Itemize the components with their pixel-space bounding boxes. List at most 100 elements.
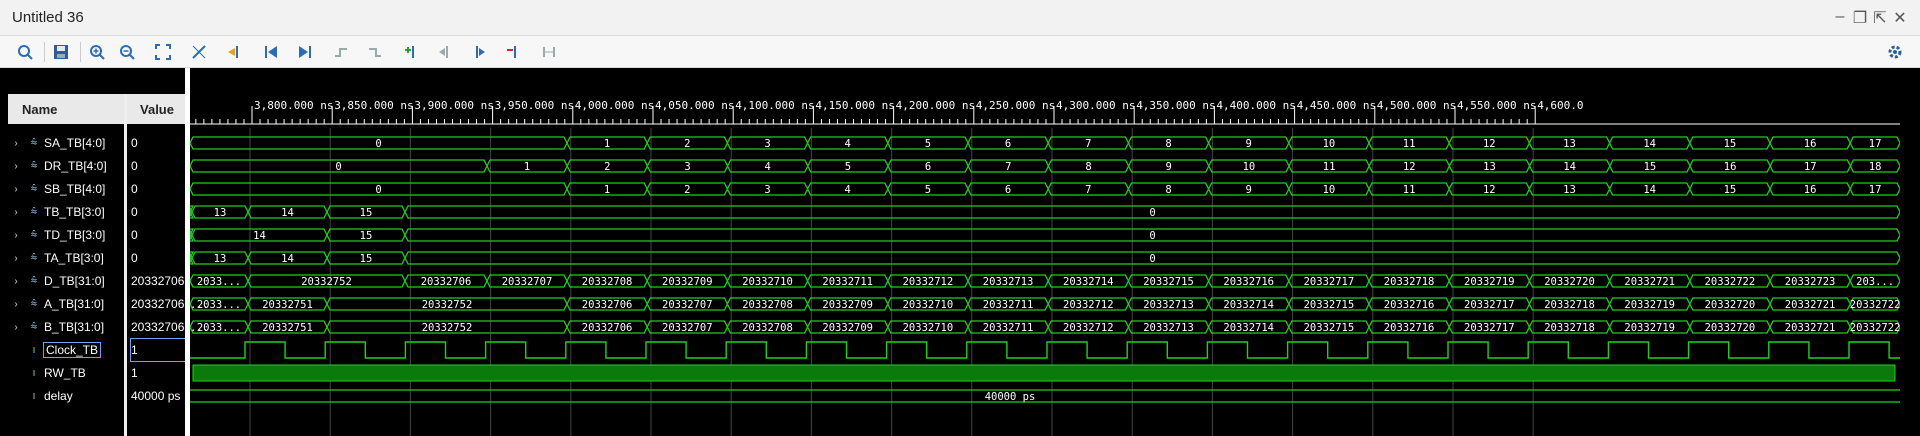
bus-value-label: 15 (360, 253, 373, 265)
expand-icon[interactable]: › (8, 299, 24, 310)
restore-icon[interactable]: ❐ (1850, 8, 1870, 28)
bus-value-label: 13 (1563, 138, 1576, 150)
go-end-icon[interactable] (292, 40, 318, 64)
signal-name-row[interactable]: › ⩯ DR_TB[4:0] (8, 155, 124, 177)
expand-icon[interactable]: › (8, 161, 24, 172)
prev-marker-icon[interactable] (432, 40, 458, 64)
marker-icon[interactable] (222, 40, 248, 64)
signal-name: TB_TB[3:0] (44, 205, 105, 219)
signal-name-row[interactable]: › ⩯ A_TB[31:0] (8, 293, 124, 315)
bus-signal-icon: ⩯ (30, 320, 38, 333)
bus-value-label: 4 (845, 184, 851, 196)
minimize-icon[interactable]: – (1830, 8, 1850, 26)
bus-value-label: 20332718 (1544, 299, 1595, 311)
expand-icon[interactable]: › (8, 322, 24, 333)
search-icon[interactable] (12, 40, 38, 64)
bus-value-label: 11 (1323, 161, 1336, 173)
bus-value-label: 13 (214, 207, 227, 219)
signal-icon: ı (32, 344, 36, 356)
bus-value-label: 20332707 (662, 299, 713, 311)
bus-value-label: 14 (281, 253, 294, 265)
signal-value: 40000 ps (131, 389, 181, 403)
prev-transition-icon[interactable] (328, 40, 354, 64)
pane-splitter[interactable] (124, 94, 127, 436)
zoom-out-icon[interactable] (114, 40, 140, 64)
signal-name: A_TB[31:0] (44, 297, 105, 311)
save-icon[interactable] (48, 40, 74, 64)
signal-name-row[interactable]: ı RW_TB (8, 362, 124, 384)
signal-name-row[interactable]: › ⩯ TB_TB[3:0] (8, 201, 124, 223)
bus-value-label: 20332711 (983, 299, 1034, 311)
bus-signal-icon: ⩯ (30, 297, 38, 310)
next-transition-icon[interactable] (362, 40, 388, 64)
bus-value-label: 0 (1149, 207, 1155, 219)
bus-value-label: 20332707 (502, 276, 553, 288)
bus-value-label: 20332719 (1624, 299, 1675, 311)
bus-signal-icon: ⩯ (30, 274, 38, 287)
tick-label: 4,250.000 ns (976, 99, 1055, 112)
signal-value: 1 (130, 338, 188, 362)
bus-value-label: 16 (1804, 138, 1817, 150)
next-marker-icon[interactable] (466, 40, 492, 64)
waveform-toolbar (0, 36, 1920, 68)
bus-value-label: 6 (925, 161, 931, 173)
expand-icon[interactable]: › (8, 138, 24, 149)
bus-value-label: 15 (1724, 184, 1737, 196)
signal-name-row[interactable]: › ⩯ SB_TB[4:0] (8, 178, 124, 200)
float-icon[interactable]: ⇱ (1870, 8, 1890, 28)
remove-marker-icon[interactable] (500, 40, 526, 64)
signal-name-row[interactable]: › ⩯ TA_TB[3:0] (8, 247, 124, 269)
expand-icon[interactable]: › (8, 253, 24, 264)
bus-value-label: 20332720 (1544, 276, 1595, 288)
bus-value-label: 15 (360, 207, 373, 219)
bus-value-label: 20332708 (582, 276, 633, 288)
pane-splitter[interactable] (185, 68, 190, 436)
name-column-header[interactable]: Name (8, 94, 124, 124)
tick-label: 4,150.000 ns (815, 99, 894, 112)
bus-value-label: 0 (1149, 253, 1155, 265)
signal-name-row[interactable]: › ⩯ D_TB[31:0] (8, 270, 124, 292)
tick-label: 4,350.000 ns (1136, 99, 1215, 112)
bus-value-label: 20332752 (422, 299, 473, 311)
zoom-in-icon[interactable] (84, 40, 110, 64)
bus-value-label: 20332717 (1464, 299, 1515, 311)
bus-value-label: 20332709 (822, 322, 873, 334)
bus-value-label: 20332715 (1143, 276, 1194, 288)
cursor-icon[interactable] (186, 40, 212, 64)
bus-value-label: 15 (1724, 138, 1737, 150)
signal-name: delay (44, 389, 73, 403)
swap-cursors-icon[interactable] (536, 40, 562, 64)
signal-name-row[interactable]: › ⩯ SA_TB[4:0] (8, 132, 124, 154)
bus-value-label: 20332715 (1304, 322, 1355, 334)
close-icon[interactable]: ✕ (1890, 8, 1910, 28)
signal-name-row[interactable]: ı delay (8, 385, 124, 407)
zoom-fit-icon[interactable] (150, 40, 176, 64)
bus-value-label: 20332752 (422, 322, 473, 334)
bus-value-label: 20332712 (903, 276, 954, 288)
bus-value-label: 4 (765, 161, 771, 173)
signal-value: 20332706 (131, 274, 185, 288)
go-start-icon[interactable] (258, 40, 284, 64)
bus-value-label: 2 (684, 138, 690, 150)
expand-icon[interactable]: › (8, 184, 24, 195)
bus-value-label: 14 (1643, 184, 1656, 196)
bus-value-label: 6 (1005, 184, 1011, 196)
signal-name-row[interactable]: › ⩯ TD_TB[3:0] (8, 224, 124, 246)
bus-value-label: 17 (1869, 138, 1882, 150)
add-marker-icon[interactable] (398, 40, 424, 64)
expand-icon[interactable]: › (8, 207, 24, 218)
settings-icon[interactable] (1882, 40, 1908, 64)
expand-icon[interactable]: › (8, 230, 24, 241)
bus-value-label: 11 (1403, 138, 1416, 150)
signal-name-row[interactable]: ı Clock_TB (8, 339, 124, 361)
signal-name-row[interactable]: › ⩯ B_TB[31:0] (8, 316, 124, 338)
bus-value-label: 15 (360, 230, 373, 242)
bus-value-label: 17 (1804, 161, 1817, 173)
expand-icon[interactable]: › (8, 276, 24, 287)
signal-name: B_TB[31:0] (44, 320, 105, 334)
clock-waveform (190, 341, 1900, 359)
signal-name: DR_TB[4:0] (44, 159, 107, 173)
tick-label: 4,100.000 ns (735, 99, 814, 112)
waveform-canvas[interactable]: 3,800.000 ns 3,850.000 ns 3,900.000 ns 3,95… (190, 94, 1900, 436)
value-column-header[interactable]: Value (127, 94, 187, 124)
